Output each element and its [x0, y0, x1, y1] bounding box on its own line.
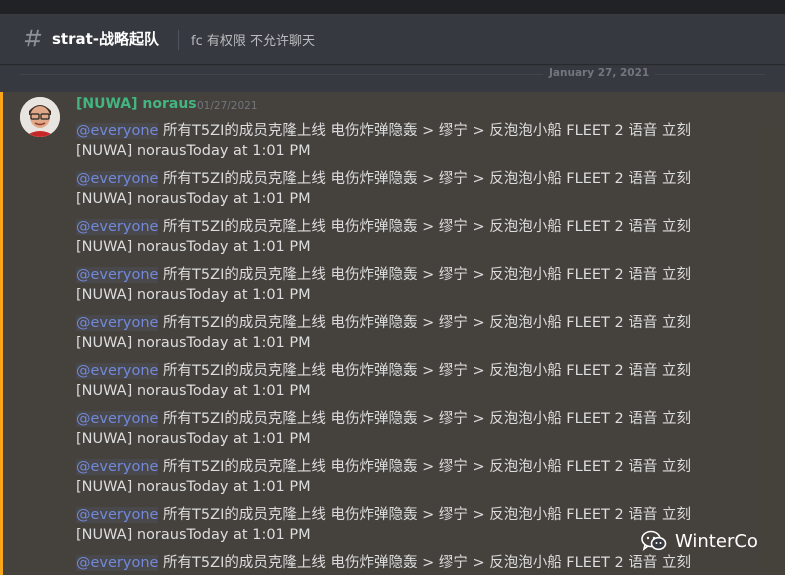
message-meta-line: [NUWA] norausToday at 1:01 PM — [76, 479, 311, 495]
message-text-line: @everyone 所有T5ZI的成员克隆上线 电伤炸弹隐轰 > 缪宁 > 反泡… — [76, 551, 691, 572]
mention-accent-bar — [0, 92, 3, 575]
window-top-strip — [0, 0, 785, 14]
watermark-text: WinterCo — [675, 530, 758, 552]
message-content: 所有T5ZI的成员克隆上线 电伤炸弹隐轰 > 缪宁 > 反泡泡小船 FLEET … — [158, 219, 691, 235]
everyone-mention[interactable]: @everyone — [76, 555, 159, 571]
message-text-line: @everyone 所有T5ZI的成员克隆上线 电伤炸弹隐轰 > 缪宁 > 反泡… — [76, 359, 691, 380]
message-content: 所有T5ZI的成员克隆上线 电伤炸弹隐轰 > 缪宁 > 反泡泡小船 FLEET … — [158, 315, 691, 331]
message-text-line: @everyone 所有T5ZI的成员克隆上线 电伤炸弹隐轰 > 缪宁 > 反泡… — [76, 407, 691, 428]
everyone-mention[interactable]: @everyone — [76, 363, 159, 379]
date-divider-label: January 27, 2021 — [543, 67, 656, 79]
message-meta-line: [NUWA] norausToday at 1:01 PM — [76, 527, 311, 543]
message-content: 所有T5ZI的成员克隆上线 电伤炸弹隐轰 > 缪宁 > 反泡泡小船 FLEET … — [158, 411, 691, 427]
message-text-line: @everyone 所有T5ZI的成员克隆上线 电伤炸弹隐轰 > 缪宁 > 反泡… — [76, 167, 691, 188]
message-meta-line: [NUWA] norausToday at 1:01 PM — [76, 239, 311, 255]
message-author[interactable]: [NUWA] noraus — [76, 96, 197, 112]
everyone-mention[interactable]: @everyone — [76, 411, 159, 427]
hash-icon — [24, 29, 42, 47]
message-meta-line: [NUWA] norausToday at 1:01 PM — [76, 287, 311, 303]
message-meta-line: [NUWA] norausToday at 1:01 PM — [76, 335, 311, 351]
message-content: 所有T5ZI的成员克隆上线 电伤炸弹隐轰 > 缪宁 > 反泡泡小船 FLEET … — [158, 267, 691, 283]
everyone-mention[interactable]: @everyone — [76, 459, 159, 475]
message-meta-line: [NUWA] norausToday at 1:01 PM — [76, 191, 311, 207]
everyone-mention[interactable]: @everyone — [76, 267, 159, 283]
everyone-mention[interactable]: @everyone — [76, 219, 159, 235]
everyone-mention[interactable]: @everyone — [76, 171, 159, 187]
message-text-line: @everyone 所有T5ZI的成员克隆上线 电伤炸弹隐轰 > 缪宁 > 反泡… — [76, 311, 691, 332]
user-avatar[interactable] — [20, 97, 60, 137]
everyone-mention[interactable]: @everyone — [76, 315, 159, 331]
message-content: 所有T5ZI的成员克隆上线 电伤炸弹隐轰 > 缪宁 > 反泡泡小船 FLEET … — [158, 507, 691, 523]
message-meta-line: [NUWA] norausToday at 1:01 PM — [76, 383, 311, 399]
channel-name[interactable]: strat-战略起队 — [52, 28, 159, 49]
channel-topic[interactable]: fc 有权限 不允许聊天 — [191, 30, 315, 49]
message-text-line: @everyone 所有T5ZI的成员克隆上线 电伤炸弹隐轰 > 缪宁 > 反泡… — [76, 263, 691, 284]
message-content: 所有T5ZI的成员克隆上线 电伤炸弹隐轰 > 缪宁 > 反泡泡小船 FLEET … — [158, 363, 691, 379]
message-text-line: @everyone 所有T5ZI的成员克隆上线 电伤炸弹隐轰 > 缪宁 > 反泡… — [76, 215, 691, 236]
message-content: 所有T5ZI的成员克隆上线 电伤炸弹隐轰 > 缪宁 > 反泡泡小船 FLEET … — [158, 171, 691, 187]
everyone-mention[interactable]: @everyone — [76, 507, 159, 523]
message-content: 所有T5ZI的成员克隆上线 电伤炸弹隐轰 > 缪宁 > 反泡泡小船 FLEET … — [158, 555, 691, 571]
avatar-image — [20, 97, 60, 137]
message-text-line: @everyone 所有T5ZI的成员克隆上线 电伤炸弹隐轰 > 缪宁 > 反泡… — [76, 503, 691, 524]
message-meta-line: [NUWA] norausToday at 1:01 PM — [76, 143, 311, 159]
everyone-mention[interactable]: @everyone — [76, 123, 159, 139]
message-content: 所有T5ZI的成员克隆上线 电伤炸弹隐轰 > 缪宁 > 反泡泡小船 FLEET … — [158, 459, 691, 475]
header-divider — [178, 30, 179, 50]
watermark: WinterCo — [641, 530, 758, 552]
wechat-icon — [641, 530, 667, 551]
channel-header: strat-战略起队 fc 有权限 不允许聊天 — [0, 14, 785, 64]
message-meta-line: [NUWA] norausToday at 1:01 PM — [76, 431, 311, 447]
message-content: 所有T5ZI的成员克隆上线 电伤炸弹隐轰 > 缪宁 > 反泡泡小船 FLEET … — [158, 123, 691, 139]
message-text-line: @everyone 所有T5ZI的成员克隆上线 电伤炸弹隐轰 > 缪宁 > 反泡… — [76, 119, 691, 140]
message-text-line: @everyone 所有T5ZI的成员克隆上线 电伤炸弹隐轰 > 缪宁 > 反泡… — [76, 455, 691, 476]
message-timestamp: 01/27/2021 — [197, 100, 258, 112]
